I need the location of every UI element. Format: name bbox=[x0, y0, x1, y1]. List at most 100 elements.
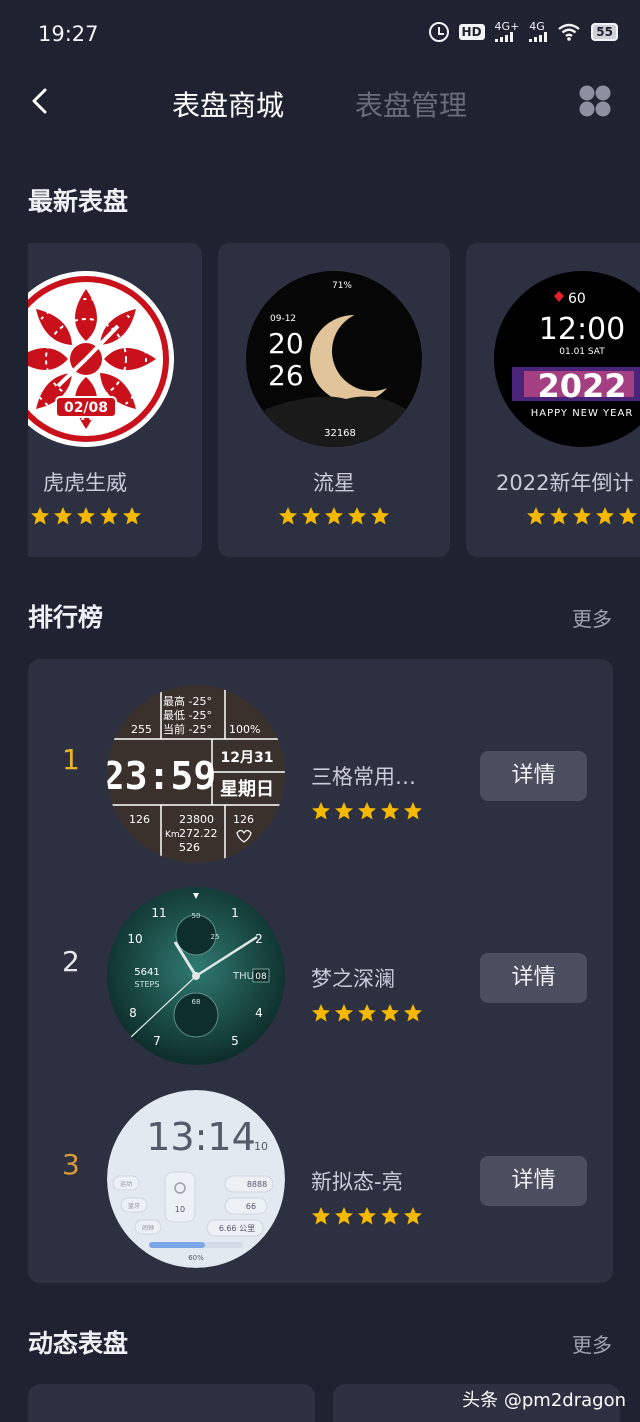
star-icon bbox=[619, 507, 637, 525]
grid-face-graphic: 最高 -25° 最低 -25° 当前 -25° 255 100% 23:59 1… bbox=[107, 685, 285, 863]
star-icon bbox=[312, 802, 330, 820]
star-icon bbox=[279, 507, 297, 525]
status-bar: 19:27 HD 4G+ 4G 55 bbox=[0, 0, 640, 70]
grid-icon[interactable] bbox=[578, 84, 612, 118]
watchface-preview-meteor: 71% 09-12 20 26 32168 bbox=[246, 271, 422, 447]
newyear-date: 01.01 SAT bbox=[559, 347, 605, 357]
star-rating bbox=[526, 506, 638, 526]
grid-s2: 272.22 bbox=[179, 827, 218, 840]
neu-lbl2: 蓝牙 bbox=[128, 1202, 140, 1210]
ranking-more-link[interactable]: 更多 bbox=[572, 603, 612, 632]
star-icon bbox=[31, 507, 49, 525]
chevron-left-icon[interactable] bbox=[28, 88, 54, 114]
deepsea-day: THU bbox=[232, 971, 254, 982]
dial-num: 10 bbox=[127, 932, 142, 946]
neu-b: 66 bbox=[246, 1202, 256, 1211]
star-icon bbox=[358, 1207, 376, 1225]
deepsea-sub-bottom: 68 bbox=[192, 998, 201, 1006]
ranking-row[interactable]: 2 11 1 10 2 8 4 7 5 5641 STEPS THU 08 50… bbox=[28, 875, 613, 1065]
star-icon bbox=[596, 507, 614, 525]
grid-date: 12月31 bbox=[221, 750, 274, 766]
watchface-preview-grid: 最高 -25° 最低 -25° 当前 -25° 255 100% 23:59 1… bbox=[107, 685, 285, 863]
detail-button[interactable]: 详情 bbox=[480, 751, 587, 801]
newyear-time: 12:00 bbox=[539, 312, 625, 347]
newyear-face-graphic: 60 12:00 01.01 SAT 2022 HAPPY NEW YEAR bbox=[494, 271, 640, 447]
newyear-year: 2022 bbox=[537, 367, 626, 405]
meteor-battery: 71% bbox=[332, 281, 352, 291]
dial-num: 8 bbox=[129, 1006, 137, 1020]
deepsea-face-graphic: 11 1 10 2 8 4 7 5 5641 STEPS THU 08 50 2… bbox=[107, 887, 285, 1065]
star-icon bbox=[358, 1004, 376, 1022]
watchface-card[interactable]: 02/08 虎虎生威 bbox=[28, 243, 202, 557]
rank-number: 1 bbox=[62, 743, 80, 776]
watchface-card[interactable]: 71% 09-12 20 26 32168 流星 bbox=[218, 243, 450, 557]
star-icon bbox=[335, 1207, 353, 1225]
signal-label: 4G+ bbox=[494, 20, 520, 33]
grid-battery: 100% bbox=[229, 723, 260, 736]
meteor-minute: 26 bbox=[268, 359, 304, 392]
star-icon bbox=[381, 1207, 399, 1225]
watchface-name: 三格常用… bbox=[311, 765, 416, 789]
ranking-row[interactable]: 1 最高 -25° 最低 -25° 当前 -25° 255 100% 23:59… bbox=[28, 673, 613, 863]
meteor-date: 09-12 bbox=[270, 314, 296, 324]
signal-icon-2: 4G bbox=[529, 20, 548, 42]
ranking-panel: 1 最高 -25° 最低 -25° 当前 -25° 255 100% 23:59… bbox=[28, 659, 613, 1283]
rank-number: 3 bbox=[62, 1148, 80, 1181]
star-icon bbox=[404, 1004, 422, 1022]
dial-num: 7 bbox=[153, 1034, 161, 1048]
star-icon bbox=[527, 507, 545, 525]
latest-carousel[interactable]: 02/08 虎虎生威 71% 09-12 20 26 32168 流星 60 1… bbox=[28, 243, 640, 557]
ranking-row[interactable]: 3 13:14 10 10 运动 蓝牙 闹钟 8888 66 6.66 公里 6… bbox=[28, 1078, 613, 1268]
tiger-face-date: 02/08 bbox=[64, 400, 108, 416]
neu-temp: 10 bbox=[175, 1205, 185, 1214]
detail-button[interactable]: 详情 bbox=[480, 1156, 587, 1206]
wifi-icon bbox=[558, 23, 581, 41]
star-rating bbox=[278, 506, 390, 526]
watchface-preview-deepsea: 11 1 10 2 8 4 7 5 5641 STEPS THU 08 50 2… bbox=[107, 887, 285, 1065]
hd-icon: HD bbox=[458, 24, 485, 40]
signal-label-2: 4G bbox=[529, 20, 545, 33]
watermark: 头条 @pm2dragon bbox=[462, 1390, 626, 1411]
watchface-name: 2022新年倒计 bbox=[496, 471, 634, 495]
dynamic-more-link[interactable]: 更多 bbox=[572, 1329, 612, 1358]
neu-sec: 10 bbox=[254, 1140, 268, 1153]
star-icon bbox=[371, 507, 389, 525]
deepsea-steps-label: STEPS bbox=[135, 980, 160, 989]
star-icon bbox=[123, 507, 141, 525]
dial-num: 1 bbox=[231, 906, 239, 920]
star-icon bbox=[381, 1004, 399, 1022]
progress-fill bbox=[149, 1242, 205, 1248]
grid-tl: 255 bbox=[131, 723, 152, 736]
neumorphic-face-graphic: 13:14 10 10 运动 蓝牙 闹钟 8888 66 6.66 公里 60% bbox=[107, 1090, 285, 1268]
detail-button[interactable]: 详情 bbox=[480, 953, 587, 1003]
star-icon bbox=[404, 802, 422, 820]
star-rating bbox=[311, 1003, 423, 1023]
star-icon bbox=[100, 507, 118, 525]
rank-number: 2 bbox=[62, 945, 80, 978]
star-rating bbox=[311, 1206, 423, 1226]
star-icon bbox=[54, 507, 72, 525]
dial-num: 5 bbox=[231, 1034, 239, 1048]
dial-num: 2 bbox=[255, 932, 263, 946]
watchface-preview-tiger: 02/08 bbox=[28, 271, 174, 447]
watchface-preview-newyear: 60 12:00 01.01 SAT 2022 HAPPY NEW YEAR bbox=[494, 271, 640, 447]
grid-s1: 23800 bbox=[179, 813, 214, 826]
star-icon bbox=[335, 1004, 353, 1022]
watchface-name: 新拟态-亮 bbox=[311, 1170, 403, 1194]
meteor-hour: 20 bbox=[268, 327, 304, 360]
watchface-card[interactable]: 60 12:00 01.01 SAT 2022 HAPPY NEW YEAR 2… bbox=[466, 243, 640, 557]
watchface-name: 梦之深澜 bbox=[311, 967, 395, 991]
neu-lbl1: 运动 bbox=[120, 1180, 132, 1188]
neu-dist: 6.66 公里 bbox=[219, 1224, 255, 1233]
alarm-icon bbox=[428, 22, 449, 42]
watchface-name: 流星 bbox=[313, 471, 355, 495]
star-icon bbox=[77, 507, 95, 525]
grid-weekday: 星期日 bbox=[220, 779, 274, 800]
neu-a: 8888 bbox=[247, 1180, 267, 1189]
signal-icon: 4G+ bbox=[494, 20, 520, 42]
tab-manage[interactable]: 表盘管理 bbox=[355, 84, 467, 124]
neu-time: 13:14 bbox=[146, 1115, 256, 1159]
dynamic-card[interactable] bbox=[28, 1384, 315, 1422]
star-icon bbox=[312, 1207, 330, 1225]
tab-store[interactable]: 表盘商城 bbox=[172, 84, 284, 124]
